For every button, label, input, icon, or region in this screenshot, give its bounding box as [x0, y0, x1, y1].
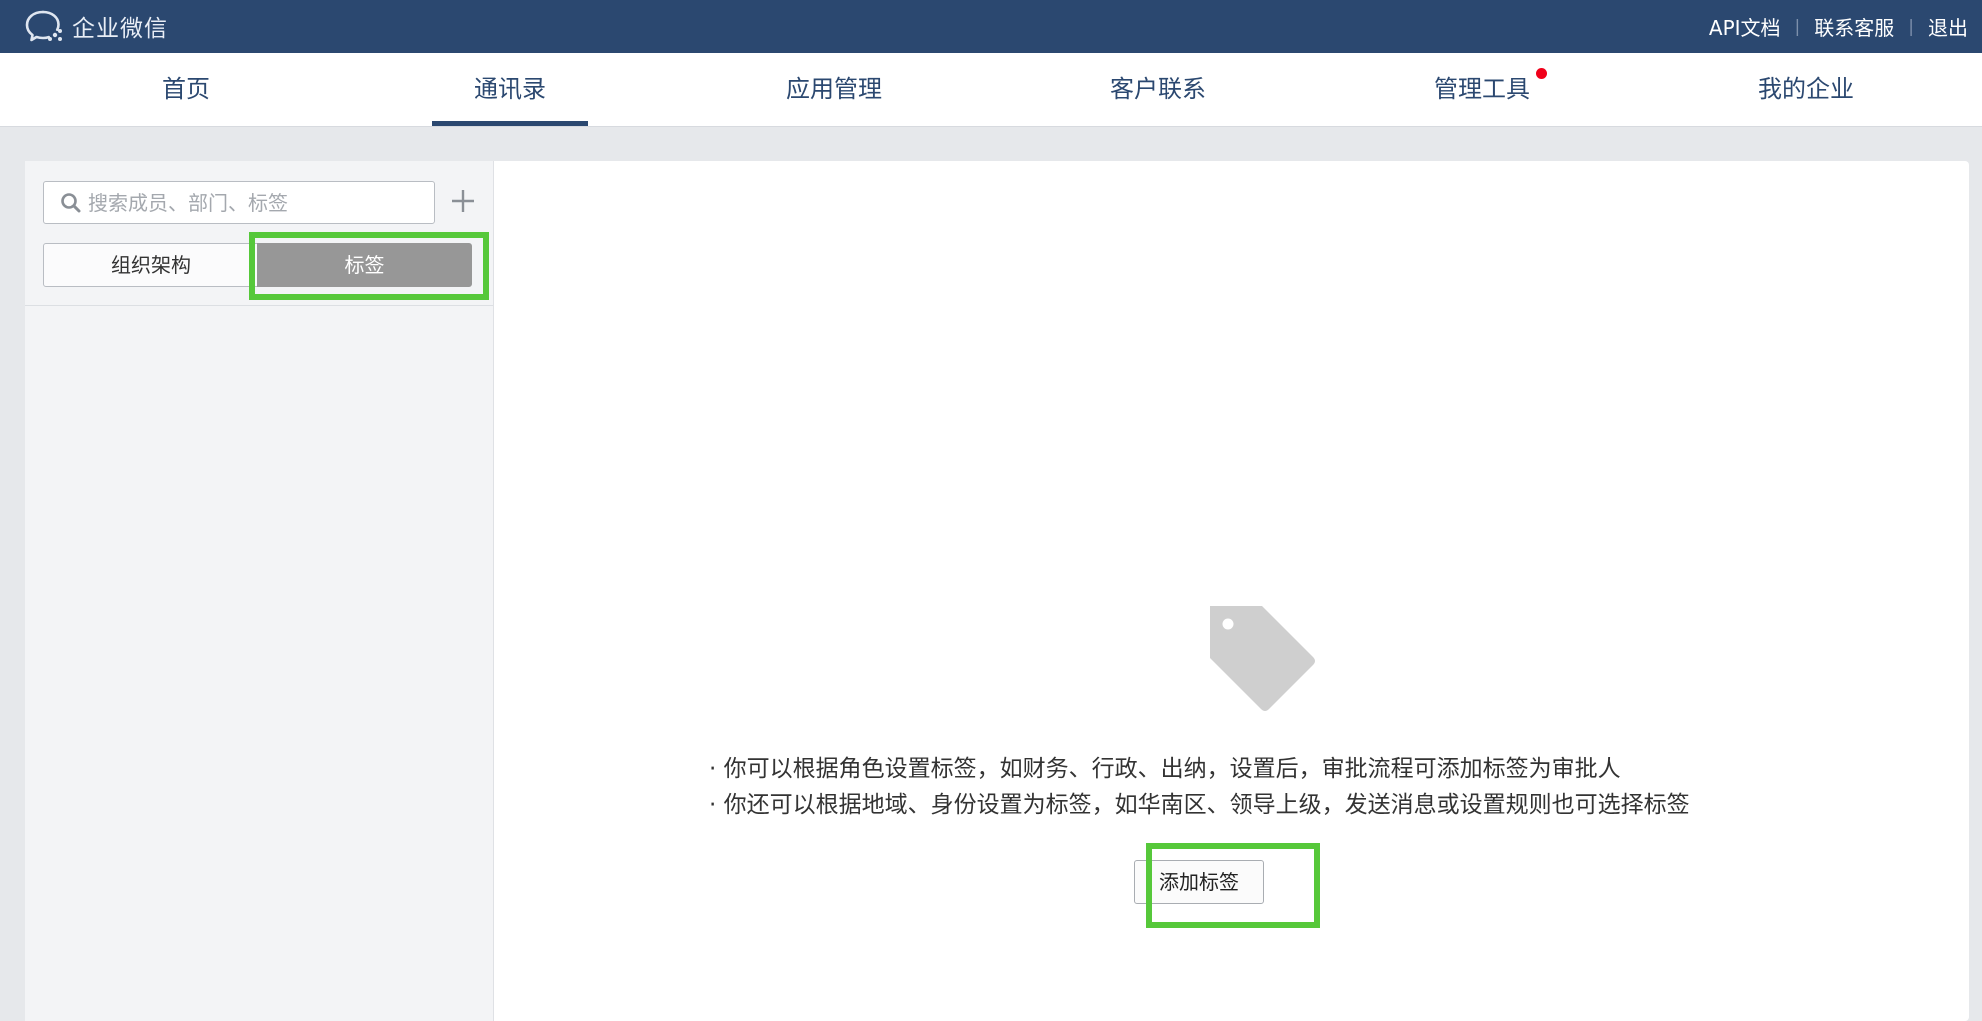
nav-item-my-enterprise[interactable]: 我的企业 — [1728, 53, 1884, 126]
link-separator: | — [1908, 16, 1914, 37]
add-icon[interactable] — [451, 189, 475, 213]
sidebar: 组织架构 标签 — [25, 161, 494, 1021]
logo-text: 企业微信 — [72, 16, 168, 42]
nav-item-app-management[interactable]: 应用管理 — [756, 53, 912, 126]
empty-state-tips: · 你可以根据角色设置标签，如财务、行政、出纳，设置后，审批流程可添加标签为审批… — [709, 751, 1690, 823]
app-logo[interactable]: 企业微信 — [24, 8, 168, 44]
main-nav: 首页 通讯录 应用管理 客户联系 管理工具 我的企业 — [0, 53, 1982, 127]
search-input[interactable] — [88, 182, 418, 223]
nav-item-customer-contact[interactable]: 客户联系 — [1080, 53, 1236, 126]
notification-dot — [1536, 68, 1547, 79]
tag-icon — [1210, 606, 1315, 711]
top-links: API文档 | 联系客服 | 退出 — [1709, 0, 1968, 53]
wecom-logo-icon — [25, 10, 62, 42]
api-docs-link[interactable]: API文档 — [1709, 12, 1781, 41]
nav-item-contacts[interactable]: 通讯录 — [432, 53, 588, 126]
tags-empty-state: · 你可以根据角色设置标签，如财务、行政、出纳，设置后，审批流程可添加标签为审批… — [494, 161, 1969, 1021]
tip-line-2: · 你还可以根据地域、身份设置为标签，如华南区、领导上级，发送消息或设置规则也可… — [709, 792, 1690, 818]
nav-item-management-tools[interactable]: 管理工具 — [1404, 53, 1560, 126]
content-card: 组织架构 标签 · 你可以根据角色设置标签，如财务、行政、出纳，设置后，审批流程… — [25, 161, 1969, 1021]
top-bar: 企业微信 API文档 | 联系客服 | 退出 — [0, 0, 1982, 53]
search-icon — [61, 193, 81, 213]
link-separator: | — [1794, 16, 1801, 37]
search-box[interactable] — [43, 181, 435, 224]
contact-support-link[interactable]: 联系客服 — [1814, 12, 1894, 41]
logout-link[interactable]: 退出 — [1928, 12, 1968, 41]
tip-line-1: · 你可以根据角色设置标签，如财务、行政、出纳，设置后，审批流程可添加标签为审批… — [709, 756, 1621, 782]
tab-org-structure[interactable]: 组织架构 — [43, 243, 259, 287]
nav-item-home[interactable]: 首页 — [108, 53, 264, 126]
tab-tags[interactable]: 标签 — [257, 243, 472, 287]
sidebar-header: 组织架构 标签 — [25, 161, 493, 306]
add-tag-button[interactable]: 添加标签 — [1134, 860, 1264, 904]
